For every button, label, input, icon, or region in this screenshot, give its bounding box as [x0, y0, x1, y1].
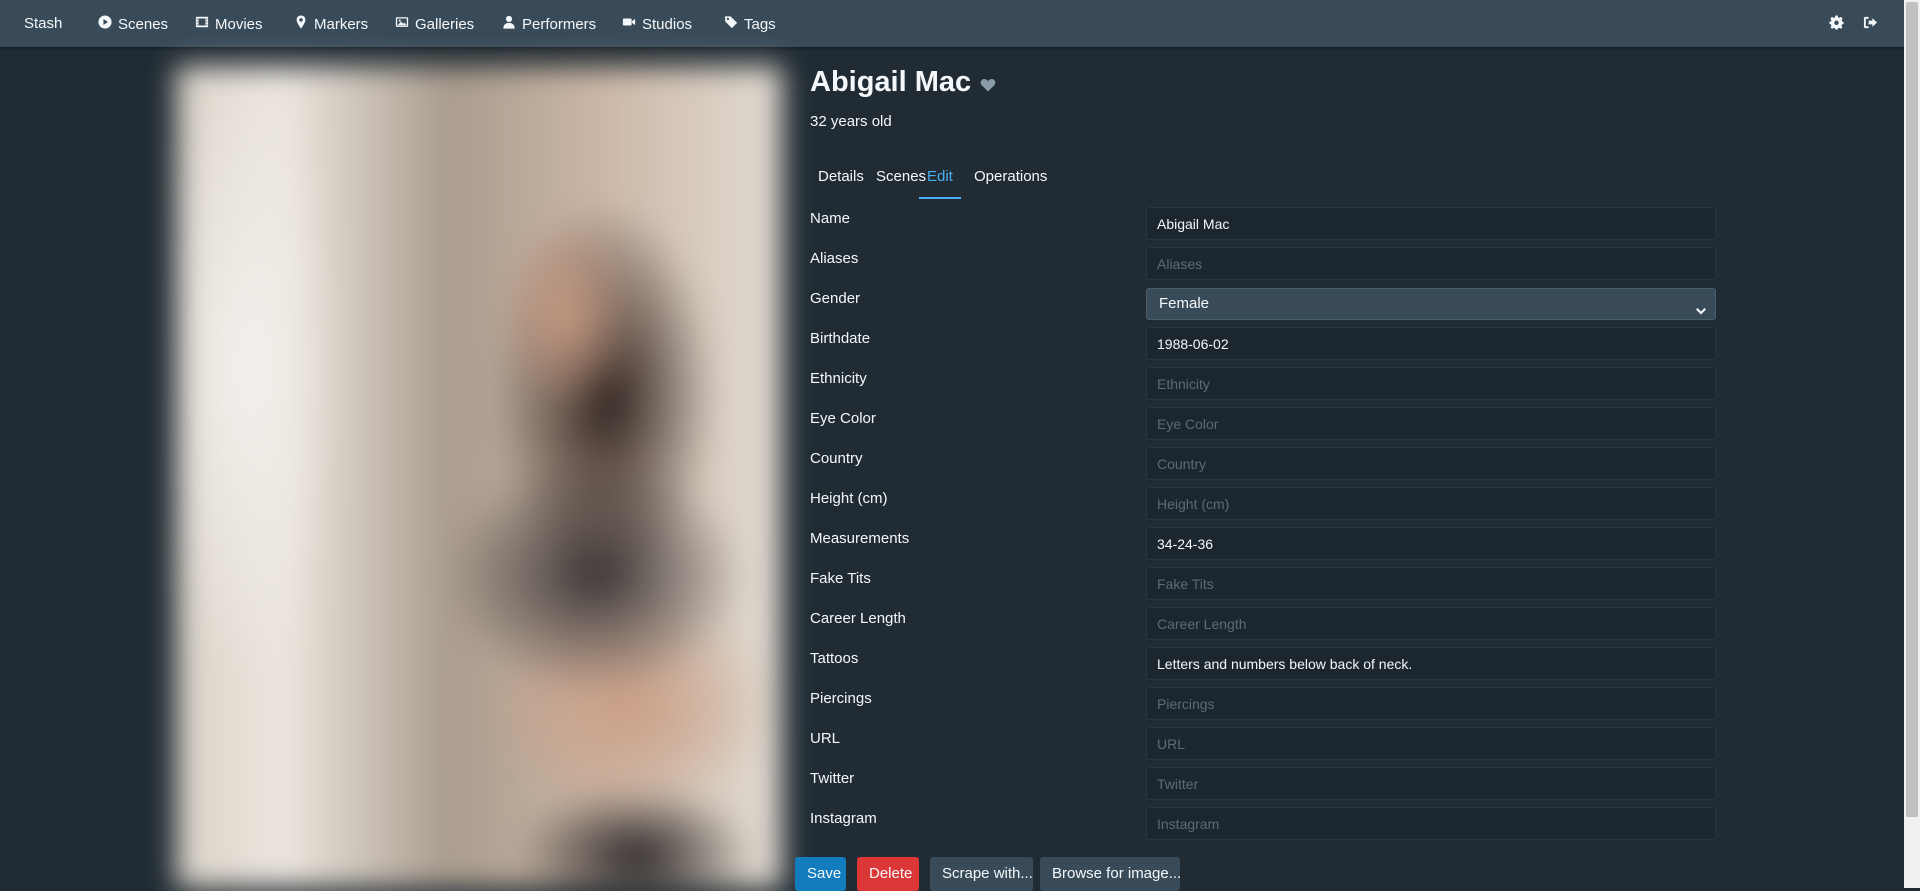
tattoos-input[interactable] [1146, 647, 1716, 680]
tag-icon [724, 15, 738, 33]
performer-age: 32 years old [810, 113, 892, 130]
nav-scenes-label: Scenes [118, 15, 169, 33]
instagram-input[interactable] [1146, 807, 1716, 840]
aliases-input[interactable] [1146, 247, 1716, 280]
career-length-input[interactable] [1146, 607, 1716, 640]
name-label: Name [810, 210, 851, 227]
ethnicity-label: Ethnicity [810, 370, 867, 387]
video-camera-icon [622, 15, 636, 33]
scrape-with-button[interactable]: Scrape with... [930, 857, 1033, 891]
nav-galleries-label: Galleries [415, 15, 475, 33]
measurements-label: Measurements [810, 530, 910, 547]
country-label: Country [810, 450, 863, 467]
tattoos-label: Tattoos [810, 650, 859, 667]
save-button[interactable]: Save [795, 857, 846, 891]
piercings-input[interactable] [1146, 687, 1716, 720]
tab-details[interactable]: Details [818, 168, 864, 197]
sign-out-icon[interactable] [1863, 15, 1878, 33]
nav-movies-label: Movies [215, 15, 263, 33]
url-input[interactable] [1146, 727, 1716, 760]
image-icon [395, 15, 409, 33]
nav-studios[interactable]: Studios [622, 15, 692, 33]
browse-for-image-button[interactable]: Browse for image... [1040, 857, 1181, 891]
country-input[interactable] [1146, 447, 1716, 480]
map-marker-icon [294, 15, 308, 33]
nav-scenes[interactable]: Scenes [98, 15, 168, 33]
brand-link[interactable]: Stash [24, 15, 62, 32]
nav-movies[interactable]: Movies [195, 15, 263, 33]
name-input[interactable] [1146, 207, 1716, 240]
birthdate-input[interactable] [1146, 327, 1716, 360]
height-label: Height (cm) [810, 490, 888, 507]
fake-tits-input[interactable] [1146, 567, 1716, 600]
nav-performers[interactable]: Performers [502, 15, 596, 33]
gear-icon[interactable] [1829, 15, 1844, 33]
nav-markers-label: Markers [314, 15, 369, 33]
piercings-label: Piercings [810, 690, 872, 707]
film-icon [195, 15, 209, 33]
ethnicity-input[interactable] [1146, 367, 1716, 400]
performer-name-heading: Abigail Mac [810, 66, 972, 98]
gender-select-value: Female [1159, 295, 1210, 312]
birthdate-label: Birthdate [810, 330, 871, 347]
play-circle-icon [98, 15, 112, 33]
url-label: URL [810, 730, 841, 747]
performer-image [176, 66, 782, 888]
measurements-input[interactable] [1146, 527, 1716, 560]
twitter-label: Twitter [810, 770, 855, 787]
nav-galleries[interactable]: Galleries [395, 15, 474, 33]
user-icon [502, 15, 516, 33]
nav-markers[interactable]: Markers [294, 15, 368, 33]
eye-color-input[interactable] [1146, 407, 1716, 440]
tab-operations[interactable]: Operations [974, 168, 1047, 197]
chevron-down-icon [1695, 299, 1707, 315]
scrollbar-thumb[interactable] [1906, 2, 1918, 817]
career-length-label: Career Length [810, 610, 906, 627]
tab-edit[interactable]: Edit [919, 168, 961, 199]
gender-label: Gender [810, 290, 861, 307]
fake-tits-label: Fake Tits [810, 570, 871, 587]
eye-color-label: Eye Color [810, 410, 876, 427]
height-input[interactable] [1146, 487, 1716, 520]
top-navbar: Stash Scenes Movies Markers Galleries Pe… [0, 0, 1904, 47]
twitter-input[interactable] [1146, 767, 1716, 800]
nav-tags-label: Tags [744, 15, 776, 33]
heart-icon[interactable] [980, 78, 996, 92]
delete-button[interactable]: Delete [857, 857, 919, 891]
nav-studios-label: Studios [642, 15, 693, 33]
aliases-label: Aliases [810, 250, 859, 267]
nav-tags[interactable]: Tags [724, 15, 776, 33]
nav-performers-label: Performers [522, 15, 597, 33]
gender-select[interactable]: Female [1146, 288, 1716, 320]
instagram-label: Instagram [810, 810, 877, 827]
